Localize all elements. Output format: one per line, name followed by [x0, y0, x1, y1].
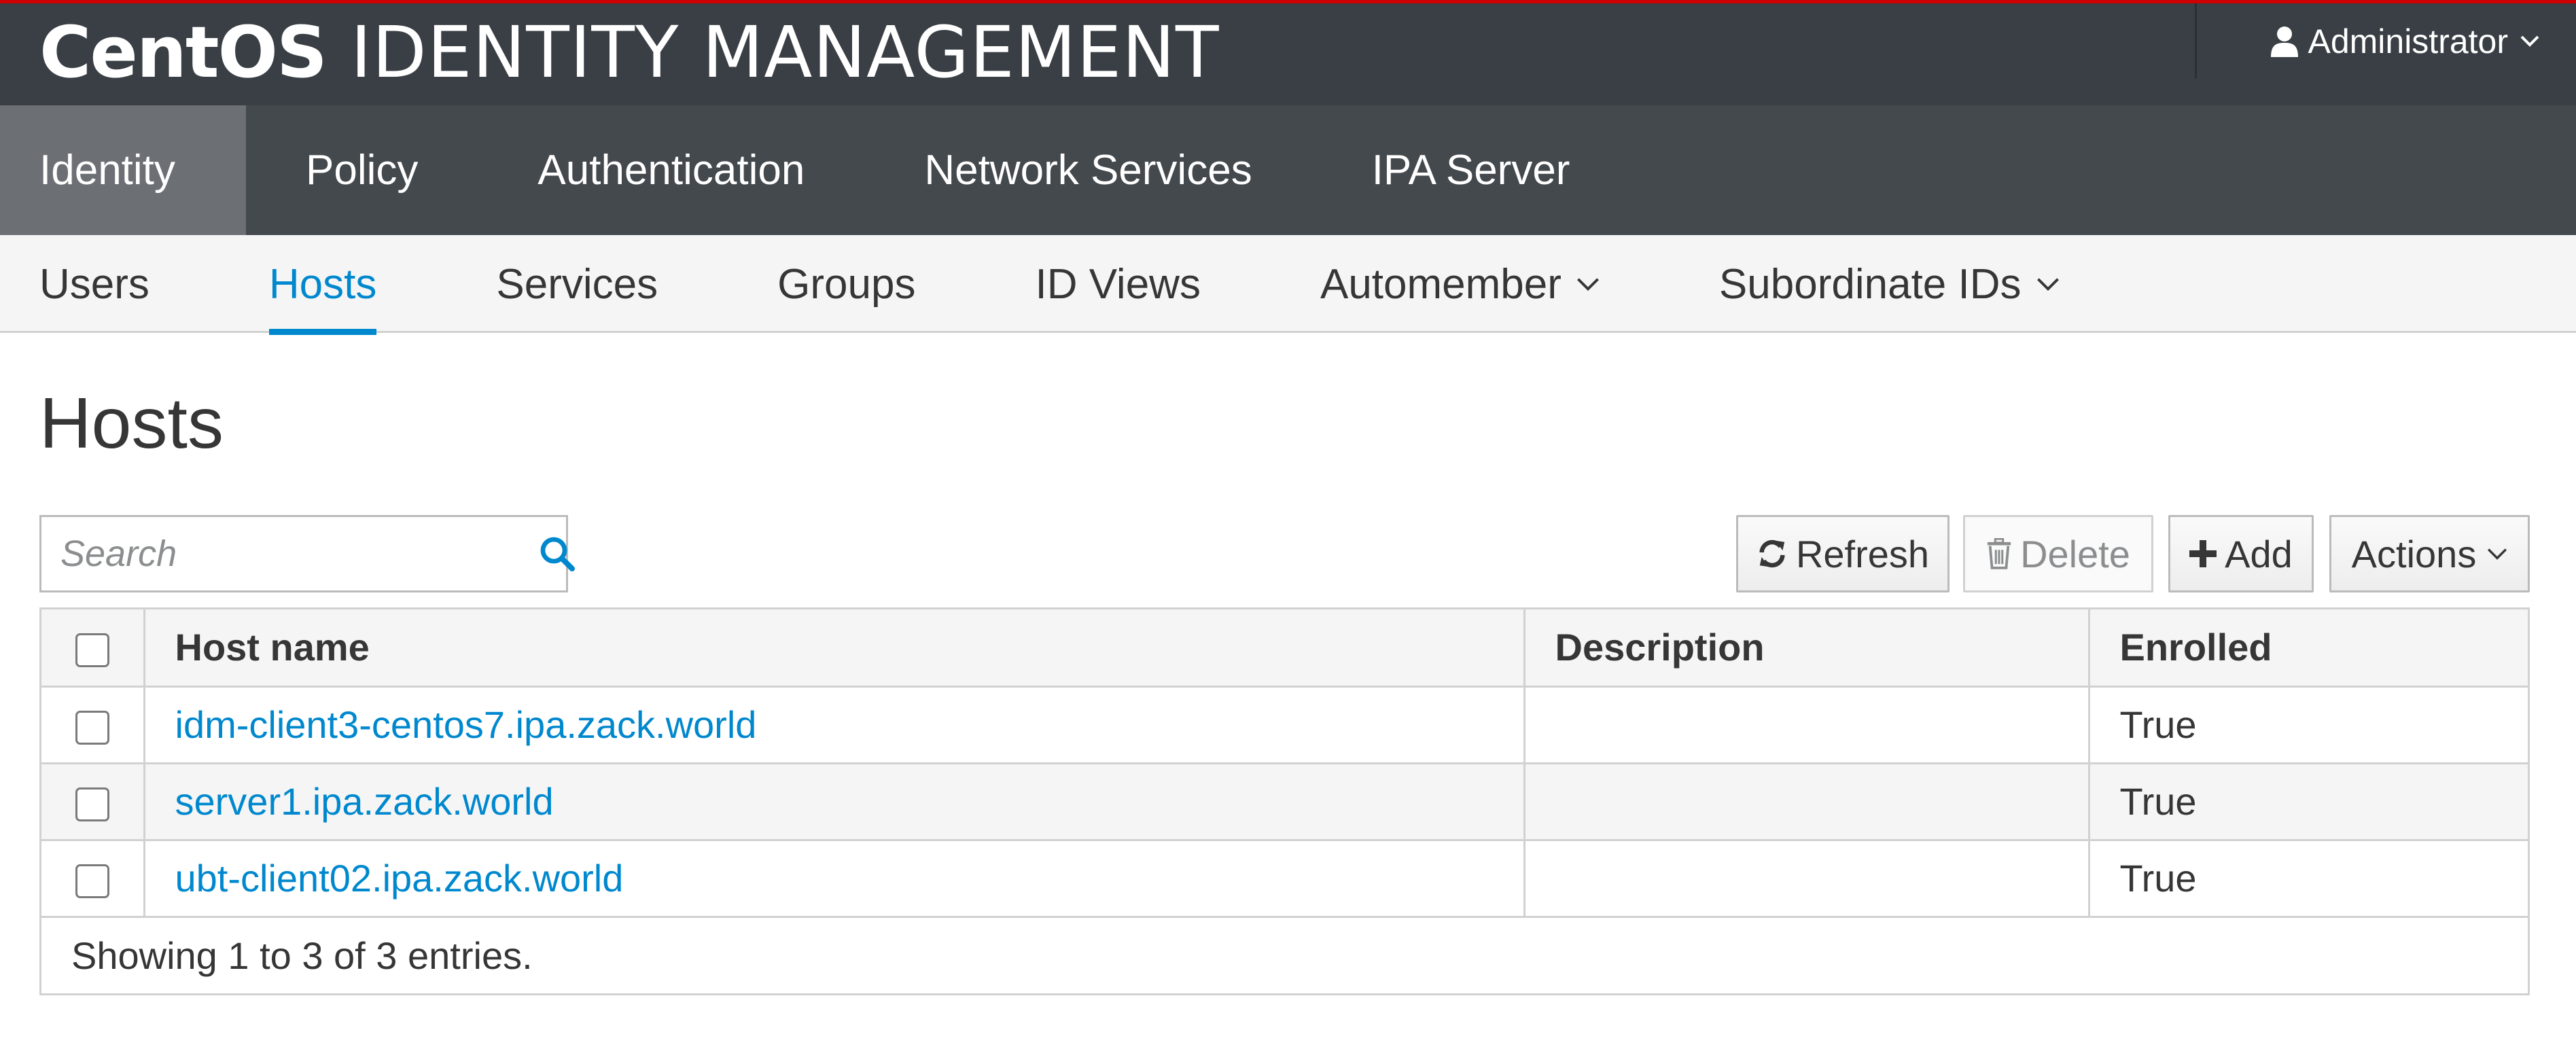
secondary-nav-services[interactable]: Services	[496, 235, 658, 333]
table-row: server1.ipa.zack.world True	[41, 763, 2528, 841]
secondary-nav: Users Hosts Services Groups ID Views Aut…	[0, 235, 2576, 335]
refresh-button-label: Refresh	[1795, 532, 1930, 575]
row-select-cell	[41, 686, 145, 764]
column-header-description[interactable]: Description	[1524, 609, 2090, 688]
description-cell	[1524, 840, 2090, 918]
enrolled-cell: True	[2089, 686, 2528, 764]
delete-button[interactable]: Delete	[1963, 515, 2153, 592]
actions-button-label: Actions	[2351, 532, 2477, 575]
primary-nav-authentication[interactable]: Authentication	[478, 105, 864, 235]
brand-divider	[2195, 3, 2197, 78]
search-input[interactable]	[41, 517, 540, 590]
host-link[interactable]: server1.ipa.zack.world	[175, 780, 554, 823]
row-select-cell	[41, 763, 145, 841]
secondary-nav-label: Groups	[777, 260, 916, 308]
table-row: idm-client3-centos7.ipa.zack.world True	[41, 686, 2528, 764]
brand-name: CentOS	[39, 11, 328, 94]
table-footer-text: Showing 1 to 3 of 3 entries.	[41, 917, 2528, 993]
host-link[interactable]: idm-client3-centos7.ipa.zack.world	[175, 703, 757, 746]
primary-nav-policy[interactable]: Policy	[246, 105, 478, 235]
secondary-nav-groups[interactable]: Groups	[777, 235, 915, 333]
secondary-nav-label: Services	[496, 260, 658, 308]
user-menu-label: Administrator	[2308, 22, 2508, 60]
host-link[interactable]: ubt-client02.ipa.zack.world	[175, 857, 624, 900]
primary-nav-identity[interactable]: Identity	[0, 105, 246, 235]
add-button[interactable]: Add	[2168, 515, 2314, 592]
chevron-down-icon	[2036, 278, 2059, 291]
select-all-checkbox[interactable]	[75, 633, 109, 668]
secondary-nav-subordinate-ids[interactable]: Subordinate IDs	[1719, 235, 2060, 333]
refresh-button[interactable]: Refresh	[1736, 515, 1949, 592]
primary-nav-ipa-server[interactable]: IPA Server	[1312, 105, 1630, 235]
select-all-cell	[41, 609, 145, 688]
secondary-nav-label: ID Views	[1035, 260, 1201, 308]
actions-button[interactable]: Actions	[2329, 515, 2530, 592]
primary-nav: Identity Policy Authentication Network S…	[0, 105, 2576, 235]
table-row: ubt-client02.ipa.zack.world True	[41, 840, 2528, 918]
enrolled-cell: True	[2089, 763, 2528, 841]
delete-button-label: Delete	[2020, 532, 2130, 575]
plus-icon	[2189, 540, 2217, 567]
user-menu[interactable]: Administrator	[2271, 16, 2549, 67]
search-box	[39, 515, 575, 592]
enrolled-cell: True	[2089, 840, 2528, 918]
row-checkbox[interactable]	[75, 787, 109, 822]
add-button-label: Add	[2225, 532, 2293, 575]
secondary-nav-label: Subordinate IDs	[1718, 260, 2022, 308]
secondary-nav-label: Users	[39, 260, 149, 308]
brand-product: IDENTITY MANAGEMENT	[350, 11, 1220, 94]
secondary-nav-users[interactable]: Users	[39, 235, 149, 333]
row-checkbox[interactable]	[75, 711, 109, 745]
secondary-nav-label: Automember	[1320, 260, 1562, 308]
description-cell	[1524, 686, 2090, 764]
table-footer-row: Showing 1 to 3 of 3 entries.	[41, 917, 2528, 993]
column-header-enrolled[interactable]: Enrolled	[2089, 609, 2528, 688]
secondary-nav-label: Hosts	[268, 260, 377, 308]
host-name-cell: idm-client3-centos7.ipa.zack.world	[144, 686, 1525, 764]
trash-icon	[1987, 538, 2011, 569]
secondary-nav-automember[interactable]: Automember	[1320, 235, 1600, 333]
search-icon[interactable]	[540, 536, 575, 571]
column-header-host-name[interactable]: Host name	[144, 609, 1525, 688]
row-select-cell	[41, 840, 145, 918]
chevron-down-icon	[2520, 35, 2539, 47]
user-icon	[2271, 26, 2299, 57]
chevron-down-icon	[1576, 278, 1599, 291]
description-cell	[1524, 763, 2090, 841]
secondary-nav-id-views[interactable]: ID Views	[1035, 235, 1201, 333]
hosts-table: Host name Description Enrolled idm-clien…	[39, 607, 2530, 995]
brand-bar: CentOS IDENTITY MANAGEMENT Administrator	[0, 0, 2576, 105]
primary-nav-network-services[interactable]: Network Services	[864, 105, 1311, 235]
table-header-row: Host name Description Enrolled	[41, 609, 2528, 688]
secondary-nav-hosts[interactable]: Hosts	[268, 235, 377, 335]
host-name-cell: ubt-client02.ipa.zack.world	[144, 840, 1525, 918]
chevron-down-icon	[2488, 548, 2507, 560]
refresh-icon	[1759, 539, 1785, 568]
brand-logo: CentOS IDENTITY MANAGEMENT	[39, 11, 1220, 94]
host-name-cell: server1.ipa.zack.world	[144, 763, 1525, 841]
page-title: Hosts	[39, 383, 224, 463]
row-checkbox[interactable]	[75, 864, 109, 899]
